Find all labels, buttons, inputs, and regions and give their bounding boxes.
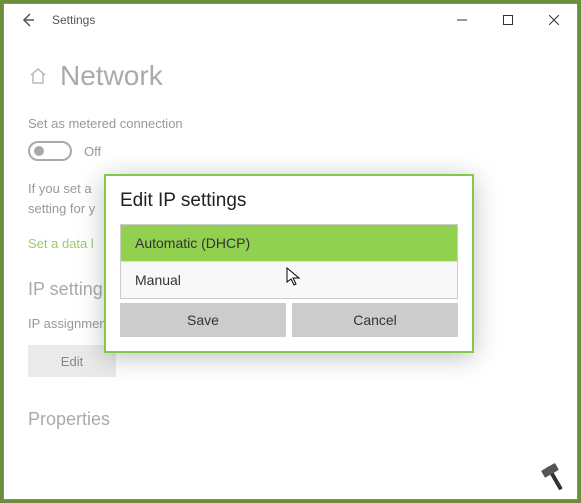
page-title: Network — [60, 60, 163, 92]
metered-label: Set as metered connection — [28, 116, 553, 131]
ip-mode-dropdown[interactable]: Automatic (DHCP) Manual — [120, 224, 458, 299]
metered-state: Off — [84, 144, 101, 159]
minimize-icon — [457, 15, 467, 25]
option-manual[interactable]: Manual — [121, 262, 457, 298]
home-icon — [28, 66, 48, 86]
close-icon — [549, 15, 559, 25]
edit-button[interactable]: Edit — [28, 345, 116, 377]
settings-window: Settings Network Set as metered connecti… — [3, 3, 578, 500]
titlebar: Settings — [4, 4, 577, 36]
option-automatic-dhcp[interactable]: Automatic (DHCP) — [121, 225, 457, 262]
window-title: Settings — [52, 13, 439, 27]
metered-toggle-row: Off — [28, 141, 553, 161]
page-header: Network — [28, 60, 553, 92]
dialog-title: Edit IP settings — [120, 190, 458, 212]
cancel-button[interactable]: Cancel — [292, 303, 458, 337]
minimize-button[interactable] — [439, 4, 485, 36]
window-controls — [439, 4, 577, 36]
toggle-knob — [34, 146, 44, 156]
save-button[interactable]: Save — [120, 303, 286, 337]
maximize-icon — [503, 15, 513, 25]
dialog-buttons: Save Cancel — [120, 303, 458, 337]
edit-ip-dialog: Edit IP settings Automatic (DHCP) Manual… — [104, 174, 474, 353]
maximize-button[interactable] — [485, 4, 531, 36]
properties-heading: Properties — [28, 409, 553, 430]
close-button[interactable] — [531, 4, 577, 36]
back-button[interactable] — [12, 4, 44, 36]
arrow-left-icon — [20, 12, 36, 28]
metered-toggle[interactable] — [28, 141, 72, 161]
